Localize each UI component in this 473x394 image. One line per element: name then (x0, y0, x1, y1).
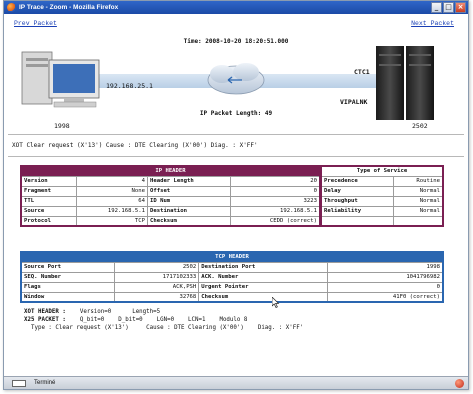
field-value: Normal (393, 195, 444, 207)
field-label: Urgent Pointer (198, 281, 329, 293)
ip-header-title: IP HEADER (20, 165, 322, 177)
field-label: Checksum (146, 215, 231, 227)
source-port-label: 1998 (54, 122, 70, 130)
field-label: ID Num (146, 195, 231, 207)
status-bar: Terminé (4, 376, 468, 389)
field-value: 2502 (113, 261, 200, 273)
dest-port-label: 2502 (412, 122, 428, 130)
field-label: Destination (146, 205, 231, 217)
field-value: Normal (393, 205, 444, 217)
tos-title: Type of Service (319, 165, 444, 177)
field-value: Routine (393, 175, 444, 187)
field-value: None (75, 185, 148, 197)
tcp-header-title: TCP HEADER (20, 251, 444, 263)
table-row: Flags ACK,PSH Urgent Pointer 0 (20, 281, 444, 293)
field-label: TTL (20, 195, 77, 207)
field-label: Header Length (146, 175, 231, 187)
page-content: Prev Packet Next Packet Time: 2008-10-20… (4, 14, 468, 378)
field-value: 20 (229, 175, 322, 187)
connection-icon (12, 380, 26, 387)
decode-details: XOT HEADER : Version=0 Length=5 X25 PACKE… (24, 308, 303, 332)
field-value: 4 (75, 175, 148, 187)
x25-type-line: Type : Clear request (X'13') Cause : DTE… (24, 325, 304, 331)
field-label: Offset (146, 185, 231, 197)
field-label: Precedence (319, 175, 395, 187)
x25-packet-value: Q_bit=0 D_bit=0 LGN=0 LCN=1 Modulo 8 (65, 317, 248, 323)
table-row: Protocol TCP Checksum CEDD (correct) (20, 215, 444, 227)
title-bar: IP Trace - Zoom - Mozilla Firefox _ □ × (4, 1, 468, 14)
field-value: 1717102333 (113, 271, 200, 283)
field-label: Destination Port (198, 261, 329, 273)
status-text: Terminé (34, 380, 56, 386)
packet-length: IP Packet Length: 49 (199, 110, 273, 117)
x25-packet-label: X25 PACKET : (24, 317, 66, 323)
table-row: Version 4 Header Length 20 Precedence Ro… (20, 175, 444, 187)
field-value (393, 215, 444, 227)
table-row: TTL 64 ID Num 3223 Throughput Normal (20, 195, 444, 207)
field-value: 1998 (327, 261, 444, 273)
field-label: SEQ. Number (20, 271, 115, 283)
field-label: Source (20, 205, 77, 217)
field-label: Checksum (198, 291, 329, 303)
field-value: CEDD (correct) (229, 215, 322, 227)
ctc-label: CTC1 (354, 68, 370, 76)
source-ip-label: 192.168.25.1 (106, 82, 153, 90)
pc-icon (21, 51, 100, 108)
table-row: Fragment None Offset 0 Delay Normal (20, 185, 444, 197)
table-row: Source 192.168.5.1 Destination 192.168.5… (20, 205, 444, 217)
mouse-cursor-icon (272, 297, 280, 308)
mainframe-icon (376, 46, 434, 120)
browser-window: IP Trace - Zoom - Mozilla Firefox _ □ × … (3, 0, 469, 390)
cloud-icon (207, 63, 265, 95)
field-value: 1041796982 (327, 271, 444, 283)
field-value: 192.168.5.1 (75, 205, 148, 217)
field-value: Normal (393, 185, 444, 197)
tcp-header-table: TCP HEADER Source Port 2502 Destination … (20, 251, 444, 303)
field-value: 32768 (113, 291, 200, 303)
field-label: Source Port (20, 261, 115, 273)
field-value: ACK,PSH (113, 281, 200, 293)
firefox-icon (7, 3, 16, 12)
window-title: IP Trace - Zoom - Mozilla Firefox (19, 4, 119, 11)
divider (8, 134, 464, 135)
field-label: Throughput (319, 195, 395, 207)
field-label: Version (20, 175, 77, 187)
field-value: 64 (75, 195, 148, 207)
table-row: SEQ. Number 1717102333 ACK. Number 10417… (20, 271, 444, 283)
maximize-button[interactable]: □ (443, 2, 454, 13)
table-row: Window 32768 Checksum 41F0 (correct) (20, 291, 444, 303)
field-value: TCP (75, 215, 148, 227)
field-label (319, 215, 395, 227)
field-value: 0 (229, 185, 322, 197)
xot-header-value: Version=0 Length=5 (65, 309, 161, 315)
ip-header-table: IP HEADER Type of Service Version 4 Head… (20, 165, 444, 227)
table-row: Source Port 2502 Destination Port 1998 (20, 261, 444, 273)
network-diagram-graphic (21, 46, 434, 120)
field-label: Flags (20, 281, 115, 293)
adblock-icon[interactable] (455, 379, 464, 388)
host-label: VIPALNK (340, 98, 368, 106)
prev-packet-link[interactable]: Prev Packet (14, 20, 57, 27)
divider (8, 156, 464, 157)
field-label: Protocol (20, 215, 77, 227)
close-button[interactable]: × (455, 2, 466, 13)
field-value: 0 (327, 281, 444, 293)
minimize-button[interactable]: _ (431, 2, 442, 13)
field-label: Fragment (20, 185, 77, 197)
next-packet-link[interactable]: Next Packet (411, 20, 454, 27)
field-value: 3223 (229, 195, 322, 207)
xot-header-label: XOT HEADER : (24, 309, 66, 315)
field-label: Delay (319, 185, 395, 197)
field-value: 192.168.5.1 (229, 205, 322, 217)
field-label: Reliability (319, 205, 395, 217)
network-diagram: 192.168.25.1 1998 2502 CTC1 VIPALNK (4, 44, 468, 134)
field-value: 41F0 (correct) (327, 291, 444, 303)
field-label: Window (20, 291, 115, 303)
trace-summary: XOT Clear request (X'13') Cause : DTE Cl… (12, 142, 258, 149)
field-label: ACK. Number (198, 271, 329, 283)
